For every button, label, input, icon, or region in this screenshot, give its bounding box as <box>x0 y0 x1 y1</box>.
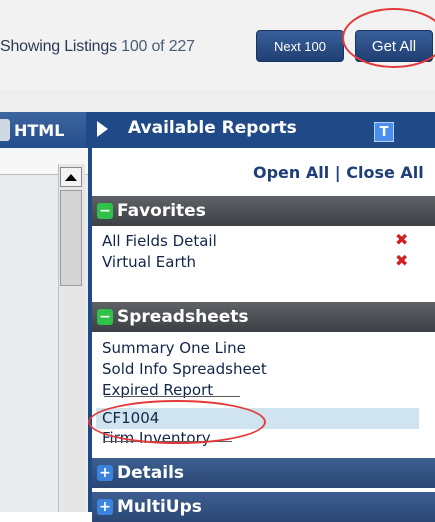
next-100-button[interactable]: Next 100 <box>256 30 344 62</box>
scroll-up-button[interactable] <box>60 167 82 187</box>
open-all-link[interactable]: Open All <box>253 163 329 182</box>
red-x-icon[interactable]: ✖ <box>395 251 408 270</box>
report-item[interactable]: Summary One Line <box>102 339 246 357</box>
section-multiups-header[interactable]: + MultiUps <box>92 492 435 522</box>
report-item[interactable]: All Fields Detail <box>102 232 217 250</box>
html-tab[interactable]: HTML <box>0 112 86 148</box>
toolbar-divider <box>0 90 435 112</box>
plus-icon[interactable]: + <box>97 465 113 481</box>
triangle-up-icon <box>65 173 77 181</box>
minus-icon[interactable]: − <box>97 309 113 325</box>
pin-icon <box>0 119 10 141</box>
scroll-thumb[interactable] <box>60 190 82 286</box>
annotation-circle-cf1004 <box>88 400 266 444</box>
section-title: MultiUps <box>117 497 202 517</box>
link-separator: | <box>334 163 341 182</box>
listing-shown-count: 100 <box>121 38 148 55</box>
annotation-stroke <box>104 396 240 397</box>
report-item[interactable]: Virtual Earth <box>102 253 196 271</box>
plus-icon[interactable]: + <box>97 499 113 515</box>
report-item[interactable]: Sold Info Spreadsheet <box>102 360 267 378</box>
listing-prefix: Showing Listings <box>0 38 117 55</box>
red-x-icon[interactable]: ✖ <box>395 230 408 249</box>
close-all-link[interactable]: Close All <box>346 163 424 182</box>
listing-of-label: of <box>151 38 165 55</box>
html-tab-label: HTML <box>14 120 65 140</box>
expand-arrow-icon[interactable] <box>97 121 108 137</box>
listing-count-text: Showing Listings 100 of 227 <box>0 38 195 56</box>
get-all-button[interactable]: Get All <box>355 30 433 62</box>
section-title: Favorites <box>117 201 206 221</box>
t-icon[interactable]: T <box>374 122 394 142</box>
section-details-header[interactable]: + Details <box>92 458 435 488</box>
available-reports-title: Available Reports <box>128 118 297 138</box>
open-close-links: Open All | Close All <box>253 163 424 182</box>
minus-icon[interactable]: − <box>97 203 113 219</box>
section-spreadsheets-header[interactable]: − Spreadsheets <box>92 302 435 332</box>
section-title: Details <box>117 463 185 483</box>
section-title: Spreadsheets <box>117 307 249 327</box>
section-favorites-header[interactable]: − Favorites <box>92 196 435 226</box>
listing-total-count: 227 <box>168 38 195 55</box>
